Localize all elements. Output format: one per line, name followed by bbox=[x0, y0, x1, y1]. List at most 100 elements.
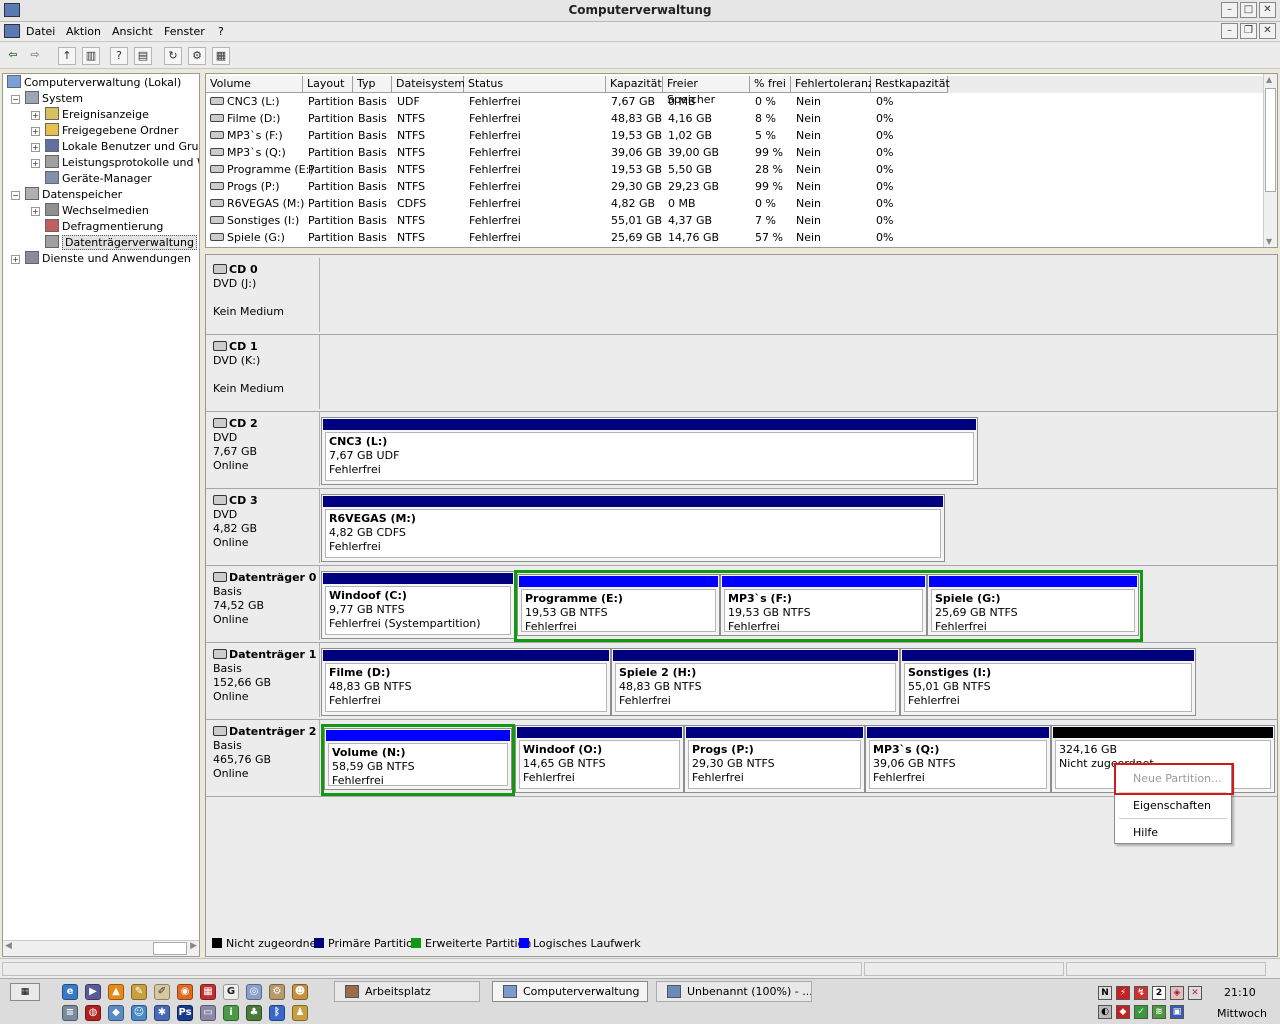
info-icon[interactable]: i bbox=[223, 1005, 239, 1021]
close-button[interactable]: ✕ bbox=[1259, 2, 1276, 18]
antivirus-icon[interactable]: ⚡ bbox=[1116, 986, 1130, 1000]
show-tree-icon[interactable]: ▥ bbox=[82, 47, 100, 65]
game-icon[interactable]: ♣ bbox=[246, 1005, 262, 1021]
disk-info[interactable]: Datenträger 1 Basis 152,66 GB Online bbox=[206, 643, 320, 717]
volume-row[interactable]: R6VEGAS (M:) Partition Basis CDFS Fehlerfrei… bbox=[206, 195, 1266, 212]
bluetooth-icon[interactable]: ᛒ bbox=[269, 1005, 285, 1021]
edit-icon[interactable]: ✐ bbox=[154, 984, 170, 1000]
maximize-button[interactable]: □ bbox=[1240, 2, 1257, 18]
tree-item-defragmentierung[interactable]: Defragmentierung bbox=[45, 219, 163, 235]
scroll-up-icon[interactable]: ▲ bbox=[1266, 75, 1272, 84]
disk-info[interactable]: CD 1 DVD (K:) Kein Medium bbox=[206, 335, 320, 409]
forward-arrow-icon[interactable]: ⇨ bbox=[26, 47, 44, 65]
col-volume[interactable]: Volume bbox=[206, 76, 303, 93]
task-arbeitsplatz[interactable]: Arbeitsplatz bbox=[334, 981, 480, 1002]
col-freier-speicher[interactable]: Freier Speicher bbox=[663, 76, 750, 106]
tree-item-datentraegerverwaltung[interactable]: Datenträgerverwaltung bbox=[45, 235, 197, 251]
partition-o[interactable]: Windoof (O:) 14,65 GB NTFS Fehlerfrei bbox=[515, 725, 684, 793]
messenger-icon[interactable]: ☺ bbox=[131, 1005, 147, 1021]
tree-root[interactable]: Computerverwaltung (Lokal) bbox=[7, 75, 181, 91]
scroll-right-icon[interactable]: ▶ bbox=[190, 941, 197, 951]
expand-icon[interactable]: + bbox=[31, 127, 40, 136]
settings-icon[interactable]: ⚙ bbox=[188, 47, 206, 65]
security-icon[interactable]: ◆ bbox=[1116, 1005, 1130, 1019]
mdi-restore-button[interactable]: ❐ bbox=[1240, 23, 1257, 39]
vlc-icon[interactable]: ▲ bbox=[108, 984, 124, 1000]
check-icon[interactable]: ✓ bbox=[1134, 1005, 1148, 1019]
partition-h[interactable]: Spiele 2 (H:) 48,83 GB NTFS Fehlerfrei bbox=[611, 648, 900, 716]
mdi-icon[interactable] bbox=[4, 24, 20, 38]
volume-row[interactable]: MP3`s (Q:) Partition Basis NTFS Fehlerfrei 39… bbox=[206, 144, 1266, 161]
disk-info[interactable]: CD 2 DVD 7,67 GB Online bbox=[206, 412, 320, 486]
monitor-icon[interactable]: ▣ bbox=[1170, 1005, 1184, 1019]
refresh-icon[interactable]: ↻ bbox=[164, 47, 182, 65]
calculator-icon[interactable]: ▦ bbox=[200, 984, 216, 1000]
tree-system[interactable]: System bbox=[25, 91, 83, 107]
tree-item-lokale-benutzer[interactable]: Lokale Benutzer und Gruppe bbox=[45, 139, 199, 155]
mdi-close-button[interactable]: ✕ bbox=[1259, 23, 1276, 39]
partition-l[interactable]: CNC3 (L:) 7,67 GB UDF Fehlerfrei bbox=[321, 417, 978, 485]
tree-item-leistungsprotokolle[interactable]: Leistungsprotokolle und Wa bbox=[45, 155, 199, 171]
tree-item-geraete-manager[interactable]: Geräte-Manager bbox=[45, 171, 152, 187]
menu-help[interactable]: ? bbox=[218, 25, 224, 38]
col-typ[interactable]: Typ bbox=[353, 76, 392, 93]
expand-icon[interactable]: + bbox=[31, 111, 40, 120]
volume-row[interactable]: CNC3 (L:) Partition Basis UDF Fehlerfrei 7,67… bbox=[206, 93, 1266, 110]
up-folder-icon[interactable]: ↑ bbox=[58, 47, 76, 65]
shield-icon[interactable]: ◈ bbox=[1170, 986, 1184, 1000]
menu-item-hilfe[interactable]: Hilfe bbox=[1133, 826, 1158, 839]
network-icon[interactable]: ≡ bbox=[62, 1005, 78, 1021]
media-icon[interactable]: ◍ bbox=[85, 1005, 101, 1021]
network-off-icon[interactable]: ✕ bbox=[1188, 986, 1202, 1000]
partition-q[interactable]: MP3`s (Q:) 39,06 GB NTFS Fehlerfrei bbox=[865, 725, 1051, 793]
expand-icon[interactable]: + bbox=[31, 143, 40, 152]
nb-icon[interactable]: N bbox=[1098, 986, 1112, 1000]
speaker-icon[interactable]: ◐ bbox=[1098, 1005, 1112, 1019]
volume-row[interactable]: Programme (E:) Partition Basis NTFS Fehlerfr… bbox=[206, 161, 1266, 178]
disk-info[interactable]: CD 0 DVD (J:) Kein Medium bbox=[206, 258, 320, 332]
col-prozent-frei[interactable]: % frei bbox=[750, 76, 791, 93]
partition-g[interactable]: Spiele (G:) 25,69 GB NTFS Fehlerfrei bbox=[927, 574, 1139, 636]
scroll-thumb[interactable] bbox=[153, 942, 187, 955]
gimp-icon[interactable]: ☻ bbox=[292, 984, 308, 1000]
disk-list-icon[interactable]: ▦ bbox=[212, 47, 230, 65]
expand-icon[interactable]: + bbox=[31, 207, 40, 216]
partition-c[interactable]: Windoof (C:) 9,77 GB NTFS Fehlerfrei (Syst… bbox=[321, 571, 515, 639]
tree-dienste[interactable]: Dienste und Anwendungen bbox=[25, 251, 191, 267]
collapse-icon[interactable]: − bbox=[11, 95, 20, 104]
volume-row[interactable]: MP3`s (F:) Partition Basis NTFS Fehlerfrei 19… bbox=[206, 127, 1266, 144]
back-arrow-icon[interactable]: ⇦ bbox=[4, 47, 22, 65]
scroll-thumb[interactable] bbox=[1265, 88, 1276, 192]
tree-item-wechselmedien[interactable]: Wechselmedien bbox=[45, 203, 149, 219]
menu-aktion[interactable]: Aktion bbox=[66, 25, 101, 38]
app-icon[interactable]: ◆ bbox=[108, 1005, 124, 1021]
menu-item-eigenschaften[interactable]: Eigenschaften bbox=[1133, 799, 1211, 812]
clock-time[interactable]: 21:10 bbox=[1224, 986, 1256, 999]
pen-icon[interactable]: ✎ bbox=[131, 984, 147, 1000]
ie-icon[interactable]: e bbox=[62, 984, 78, 1000]
volume-list-scrollbar[interactable]: ▲ ▼ bbox=[1263, 74, 1277, 247]
google-icon[interactable]: G bbox=[223, 984, 239, 1000]
people-icon[interactable]: ♟ bbox=[292, 1005, 308, 1021]
mdi-minimize-button[interactable]: – bbox=[1221, 23, 1238, 39]
menu-item-neue-partition[interactable]: Neue Partition... bbox=[1133, 772, 1222, 785]
partition-i[interactable]: Sonstiges (I:) 55,01 GB NTFS Fehlerfrei bbox=[900, 648, 1196, 716]
partition-f[interactable]: MP3`s (F:) 19,53 GB NTFS Fehlerfrei bbox=[720, 574, 927, 636]
scroll-left-icon[interactable]: ◀ bbox=[5, 941, 12, 951]
properties-icon[interactable]: ? bbox=[110, 47, 128, 65]
share-icon[interactable]: ✱ bbox=[154, 1005, 170, 1021]
partition-e[interactable]: Programme (E:) 19,53 GB NTFS Fehlerfrei bbox=[517, 574, 720, 636]
partition-n[interactable]: Volume (N:) 58,59 GB NTFS Fehlerfrei bbox=[324, 728, 512, 790]
update-icon[interactable]: ↯ bbox=[1134, 986, 1148, 1000]
document-icon[interactable]: ▭ bbox=[200, 1005, 216, 1021]
disk-info[interactable]: Datenträger 2 Basis 465,76 GB Online bbox=[206, 720, 320, 794]
menu-ansicht[interactable]: Ansicht bbox=[112, 25, 153, 38]
task-computerverwaltung[interactable]: Computerverwaltung bbox=[492, 981, 648, 1002]
menu-datei[interactable]: Datei bbox=[26, 25, 55, 38]
tree-datenspeicher[interactable]: Datenspeicher bbox=[25, 187, 122, 203]
photoshop-icon[interactable]: Ps bbox=[177, 1005, 193, 1021]
firefox-icon[interactable]: ◉ bbox=[177, 984, 193, 1000]
globe-icon[interactable]: ◎ bbox=[246, 984, 262, 1000]
tray-number-icon[interactable]: 2 bbox=[1152, 986, 1166, 1000]
col-status[interactable]: Status bbox=[464, 76, 606, 93]
